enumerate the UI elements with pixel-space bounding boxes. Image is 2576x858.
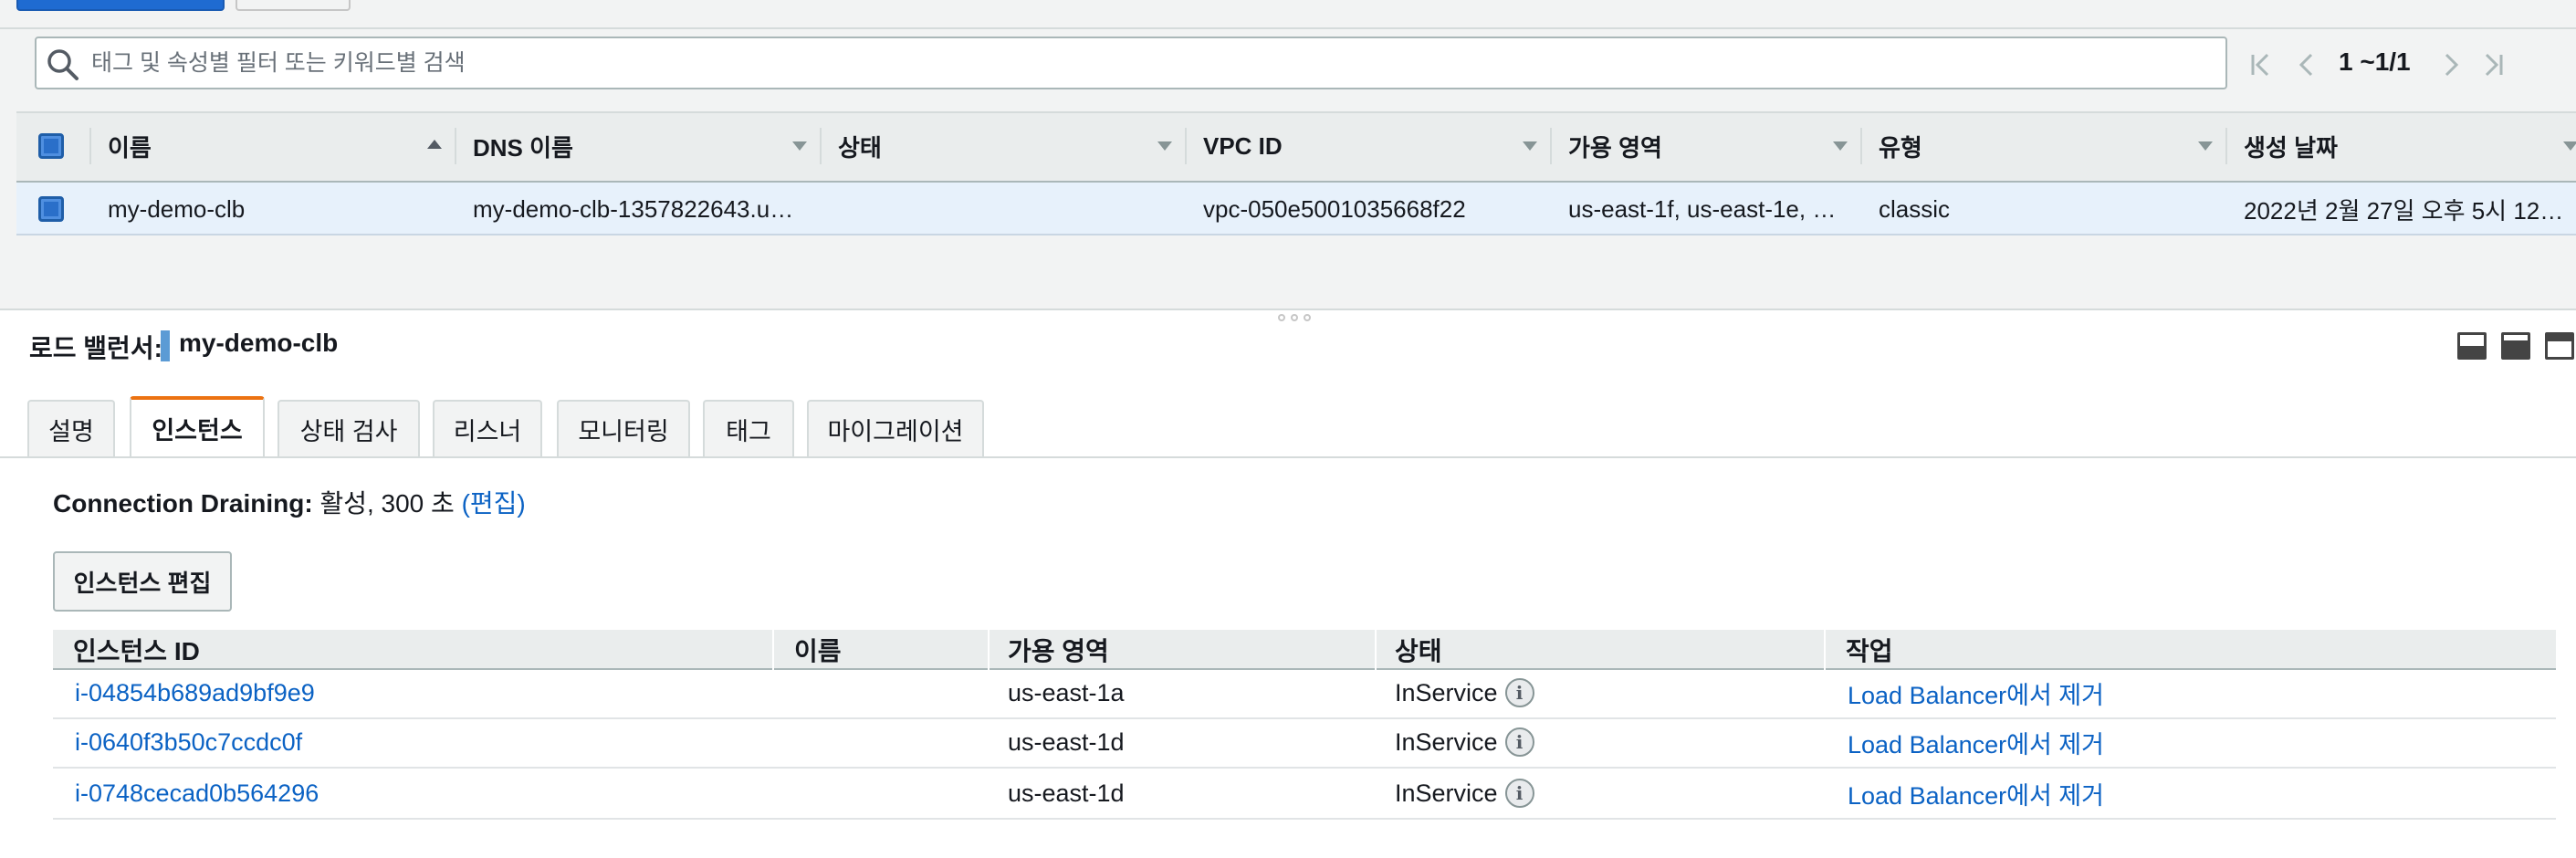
info-icon[interactable]: i <box>1504 779 1534 808</box>
select-all-checkbox[interactable] <box>38 133 64 159</box>
column-divider[interactable] <box>1185 128 1187 164</box>
tab-instances[interactable]: 인스턴스 <box>130 396 265 456</box>
tab-tags[interactable]: 태그 <box>703 400 794 456</box>
row-created: 2022년 2월 27일 오후 5시 12… <box>2244 196 2564 225</box>
row-dns-name: my-demo-clb-1357822643.u… <box>473 194 794 223</box>
previous-page-icon[interactable] <box>2293 51 2320 78</box>
create-load-balancer-button[interactable] <box>16 0 225 11</box>
row-availability-zone: us-east-1f, us-east-1e, … <box>1568 194 1837 223</box>
row-name: my-demo-clb <box>108 194 246 223</box>
edit-instances-button[interactable]: 인스턴스 편집 <box>53 551 232 612</box>
remove-from-load-balancer-link[interactable]: Load Balancer에서 제거 <box>1848 717 2104 767</box>
connection-draining-edit-link[interactable]: (편집) <box>462 489 526 518</box>
instances-column-name: 이름 <box>794 637 842 665</box>
sort-toggle-icon[interactable] <box>1523 141 1537 151</box>
tab-migration[interactable]: 마이그레이션 <box>807 400 984 456</box>
instance-state: InService i <box>1395 668 1534 717</box>
tab-listeners[interactable]: 리스너 <box>433 400 542 456</box>
layout-full-icon[interactable] <box>2545 332 2574 360</box>
instances-column-actions: 작업 <box>1846 637 1893 665</box>
actions-button[interactable] <box>236 0 351 11</box>
column-divider[interactable] <box>820 128 822 164</box>
column-divider[interactable] <box>2225 128 2227 164</box>
column-header-created[interactable]: 생성 날짜 <box>2244 111 2338 181</box>
column-divider[interactable] <box>1860 128 1862 164</box>
layout-split-icon[interactable] <box>2501 332 2530 360</box>
instances-table-header <box>53 630 2556 670</box>
details-label: 로드 밸런서: <box>29 334 162 362</box>
search-icon <box>47 49 79 80</box>
connection-draining: Connection Draining: 활성, 300 초 (편집) <box>53 484 526 520</box>
row-checkbox[interactable] <box>38 196 64 222</box>
instance-state: InService i <box>1395 717 1534 767</box>
column-divider[interactable] <box>455 128 456 164</box>
instance-id-link[interactable]: i-04854b689ad9bf9e9 <box>75 668 315 717</box>
resize-handle[interactable] <box>1278 314 1329 321</box>
sort-toggle-icon[interactable] <box>792 141 807 151</box>
toolbar-divider <box>0 27 2576 29</box>
instances-column-state: 상태 <box>1395 637 1442 665</box>
layout-bottom-icon[interactable] <box>2457 332 2487 360</box>
instance-id-link[interactable]: i-0748cecad0b564296 <box>75 769 319 818</box>
panel-splitter[interactable] <box>0 309 2576 310</box>
instance-state: InService i <box>1395 769 1534 818</box>
search-input[interactable] <box>91 42 2191 84</box>
column-divider <box>1375 630 1377 670</box>
column-divider <box>988 630 990 670</box>
row-divider <box>53 818 2556 820</box>
instances-column-availability-zone: 가용 영역 <box>1008 637 1109 665</box>
next-page-icon[interactable] <box>2437 51 2465 78</box>
column-header-availability-zone[interactable]: 가용 영역 <box>1568 111 1662 181</box>
tab-description[interactable]: 설명 <box>27 400 115 456</box>
instance-availability-zone: us-east-1a <box>1008 678 1125 706</box>
remove-from-load-balancer-link[interactable]: Load Balancer에서 제거 <box>1848 769 2104 818</box>
connection-draining-label: Connection Draining: <box>53 489 313 518</box>
grid-header <box>16 111 2576 183</box>
row-type: classic <box>1879 194 1951 223</box>
column-header-type[interactable]: 유형 <box>1879 111 1922 181</box>
tab-divider <box>0 456 2576 458</box>
instance-availability-zone: us-east-1d <box>1008 779 1125 807</box>
column-header-dns[interactable]: DNS 이름 <box>473 111 573 181</box>
remove-from-load-balancer-link[interactable]: Load Balancer에서 제거 <box>1848 668 2104 717</box>
sort-toggle-icon[interactable] <box>2563 141 2576 151</box>
connection-draining-value: 활성, 300 초 <box>319 489 455 518</box>
first-page-icon[interactable] <box>2247 51 2275 78</box>
details-load-balancer-name: my-demo-clb <box>179 329 339 357</box>
instances-column-id: 인스턴스 ID <box>73 637 200 665</box>
instance-id-link[interactable]: i-0640f3b50c7ccdc0f <box>75 717 302 767</box>
column-divider[interactable] <box>1550 128 1552 164</box>
row-divider <box>53 767 2556 769</box>
sort-toggle-icon[interactable] <box>2198 141 2213 151</box>
column-header-name[interactable]: 이름 <box>108 111 152 181</box>
instance-availability-zone: us-east-1d <box>1008 727 1125 756</box>
sort-toggle-icon[interactable] <box>1833 141 1848 151</box>
pagination-range: 1 ~1/1 <box>2339 47 2411 76</box>
row-divider <box>53 717 2556 719</box>
row-vpc-id: vpc-050e5001035668f22 <box>1203 194 1466 223</box>
tab-monitoring[interactable]: 모니터링 <box>557 400 690 456</box>
info-icon[interactable]: i <box>1504 727 1534 757</box>
selection-marker <box>161 330 170 361</box>
info-icon[interactable]: i <box>1504 678 1534 707</box>
column-divider <box>1824 630 1826 670</box>
column-divider <box>89 128 91 164</box>
column-header-vpc-id[interactable]: VPC ID <box>1203 111 1283 181</box>
sort-ascending-icon[interactable] <box>427 140 442 149</box>
row-state <box>838 183 1176 235</box>
last-page-icon[interactable] <box>2479 51 2507 78</box>
sort-toggle-icon[interactable] <box>1157 141 1172 151</box>
column-header-state[interactable]: 상태 <box>838 111 882 181</box>
tab-health-check[interactable]: 상태 검사 <box>277 400 420 456</box>
column-divider <box>772 630 774 670</box>
